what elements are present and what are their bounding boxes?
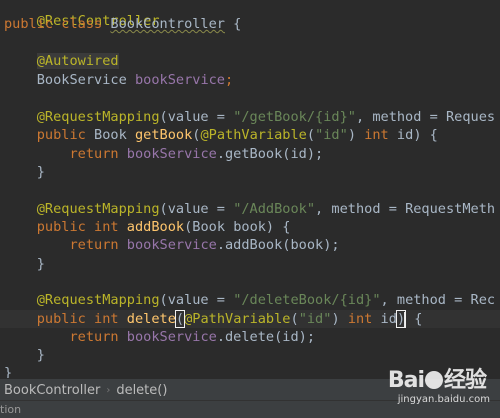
- code-line[interactable]: @RequestMapping(value = "/getBook/{id}",…: [4, 108, 495, 126]
- status-text: tion: [0, 403, 22, 416]
- keyword-token: return: [69, 237, 119, 253]
- code-line[interactable]: @RequestMapping(value = "/AddBook", meth…: [4, 200, 495, 218]
- code-line[interactable]: }: [4, 163, 45, 181]
- annotation-token: @Autowired: [36, 53, 119, 69]
- code-line[interactable]: @RequestMapping(value = "/deleteBook/{id…: [4, 291, 495, 309]
- code-line[interactable]: public Book getBook(@PathVariable("id") …: [4, 126, 438, 144]
- keyword-token: public: [36, 219, 86, 235]
- brace-token: {: [224, 16, 242, 32]
- code-line[interactable]: return bookService.addBook(book);: [4, 236, 340, 254]
- string-token: "/getBook/{id}": [233, 109, 356, 125]
- paw-icon: [424, 371, 443, 389]
- code-token: , method =: [315, 201, 406, 217]
- keyword-token: int: [94, 219, 119, 235]
- brace-token: }: [36, 256, 45, 272]
- code-line[interactable]: }: [4, 364, 12, 378]
- annotation-token: @PathVariable: [184, 311, 291, 327]
- code-line[interactable]: @RestController: [4, 0, 160, 29]
- keyword-token: class: [61, 16, 103, 32]
- brace-token: }: [4, 365, 13, 378]
- watermark-logo: Bai 经验: [387, 362, 487, 394]
- code-line[interactable]: return bookService.getBook(id);: [4, 145, 323, 163]
- code-line[interactable]: @Autowired: [4, 52, 119, 70]
- string-token: "id": [315, 127, 348, 143]
- breadcrumb-method[interactable]: delete(): [112, 383, 171, 398]
- watermark-brand: Bai: [387, 368, 425, 393]
- call-token: .delete(id);: [216, 329, 316, 345]
- code-line[interactable]: }: [4, 346, 45, 364]
- param-token: (Book book) {: [184, 219, 291, 235]
- code-token: Rec: [470, 292, 496, 308]
- call-token: .addBook(book);: [216, 237, 340, 253]
- code-line[interactable]: }: [4, 255, 45, 273]
- type-token: BookService: [36, 72, 127, 88]
- string-token: "/AddBook": [233, 201, 316, 217]
- code-line[interactable]: public class BookController {: [4, 15, 241, 33]
- baidu-watermark: Bai 经验 jingyan.baidu.com: [372, 362, 492, 412]
- breadcrumb-class[interactable]: BookController: [0, 383, 104, 398]
- code-token: RequestMeth: [405, 201, 496, 217]
- annotation-token: @RequestMapping: [36, 201, 160, 217]
- code-token: (value =: [159, 109, 234, 125]
- field-token: bookService: [126, 146, 217, 162]
- field-token: bookService: [126, 329, 217, 345]
- keyword-token: public: [36, 127, 86, 143]
- annotation-token: @PathVariable: [200, 127, 307, 143]
- semicolon-token: ;: [225, 72, 234, 88]
- code-line[interactable]: BookService bookService;: [4, 71, 233, 89]
- keyword-token: return: [69, 146, 119, 162]
- keyword-token: int: [94, 311, 119, 327]
- code-token: , method =: [380, 292, 471, 308]
- code-token: (value =: [159, 201, 234, 217]
- keyword-token: return: [69, 329, 119, 345]
- watermark-brand-suffix: 经验: [443, 368, 487, 393]
- annotation-token: @RequestMapping: [36, 292, 160, 308]
- watermark-url: jingyan.baidu.com: [397, 394, 490, 405]
- method-name-token: delete: [126, 311, 176, 327]
- call-token: .getBook(id);: [216, 146, 324, 162]
- param-token: id: [388, 127, 414, 143]
- code-token: (value =: [159, 292, 234, 308]
- code-line-current[interactable]: public int delete(@PathVariable("id") in…: [0, 310, 500, 328]
- field-token: bookService: [126, 237, 217, 253]
- method-name-token: addBook: [126, 219, 185, 235]
- method-name-token: getBook: [134, 127, 193, 143]
- keyword-token: public: [36, 311, 86, 327]
- code-line[interactable]: return bookService.delete(id);: [4, 328, 315, 346]
- annotation-token: @RequestMapping: [36, 109, 160, 125]
- type-token: Book: [94, 127, 127, 143]
- keyword-token: public: [4, 16, 54, 32]
- code-line[interactable]: public int addBook(Book book) {: [4, 218, 291, 236]
- brace-token: }: [36, 347, 45, 363]
- string-token: "id": [298, 311, 332, 327]
- brace-token: }: [36, 164, 45, 180]
- keyword-token: int: [364, 127, 389, 143]
- class-name-token: BookController: [110, 16, 225, 32]
- string-token: "/deleteBook/{id}": [233, 292, 381, 308]
- breadcrumb-separator: ›: [106, 384, 111, 396]
- param-token: id: [372, 311, 397, 327]
- field-token: bookService: [134, 72, 225, 88]
- code-editor[interactable]: @RestController public class BookControl…: [0, 0, 500, 378]
- code-token: Reques: [445, 109, 496, 125]
- code-token: , method =: [355, 109, 446, 125]
- keyword-token: int: [347, 311, 373, 327]
